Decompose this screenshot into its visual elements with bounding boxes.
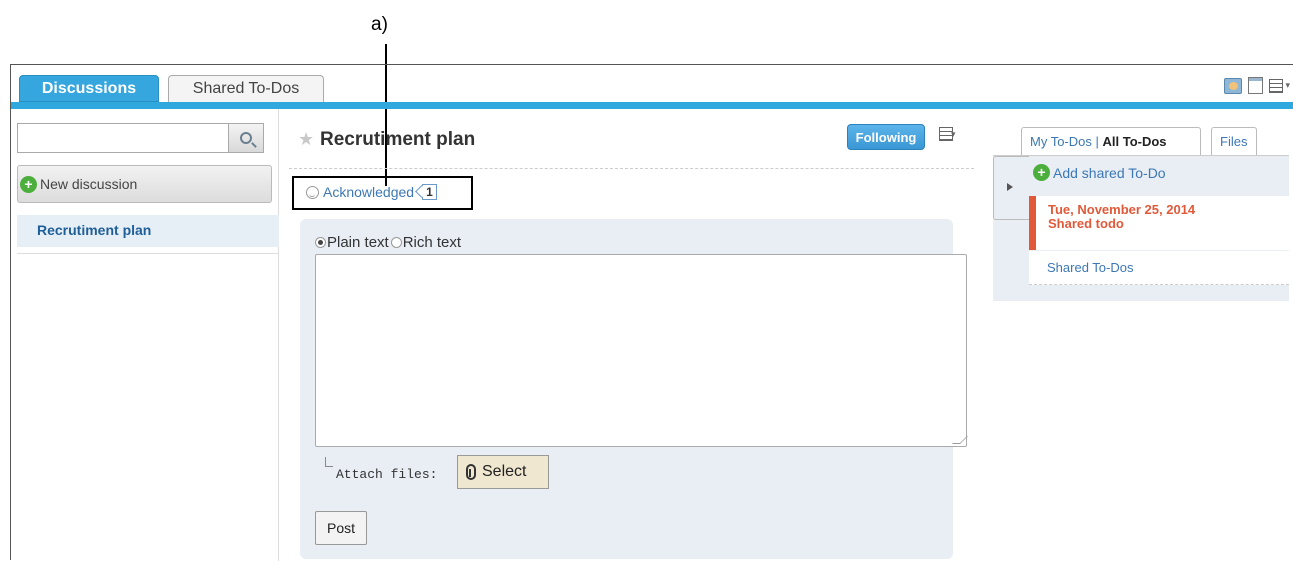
tabbar-accent-strip — [11, 102, 1293, 109]
tab-files[interactable]: Files — [1211, 127, 1257, 155]
page-title: Recrutiment plan — [320, 129, 476, 150]
todo-due-date: Tue, November 25, 2014 — [1048, 202, 1196, 217]
post-form: Plain text Rich text Attach files: Selec… — [300, 219, 968, 559]
tab-discussions[interactable]: Discussions — [19, 75, 159, 102]
todo-item[interactable]: Tue, November 25, 2014 Shared todo — [1029, 196, 1289, 250]
rich-text-label: Rich text — [402, 234, 462, 251]
sidebar: + New discussion Recrutiment plan — [11, 109, 279, 561]
new-discussion-label: New discussion — [40, 176, 138, 192]
app-frame: Discussions Shared To-Dos ▾ + New discus… — [10, 64, 1293, 561]
attach-indent-icon — [325, 457, 333, 467]
chevron-down-icon: ▾ — [951, 128, 956, 139]
options-menu-icon[interactable] — [1269, 78, 1284, 93]
notes-view-icon[interactable] — [1248, 77, 1264, 94]
resize-handle-icon[interactable] — [952, 436, 968, 444]
annotation-highlight-box — [292, 176, 473, 210]
people-view-icon[interactable] — [1224, 77, 1243, 94]
tab-my-todos[interactable]: My To-Dos — [1030, 134, 1092, 149]
post-button[interactable]: Post — [315, 511, 367, 545]
title-divider — [289, 168, 974, 169]
add-shared-todo-button[interactable]: + Add shared To-Do — [1033, 164, 1166, 181]
tab-separator: | — [1091, 134, 1103, 149]
tab-todos: My To-Dos | All To-Dos — [1021, 127, 1201, 155]
search-input[interactable] — [17, 123, 229, 153]
tab-shared-todos[interactable]: Shared To-Dos — [168, 75, 324, 102]
search-button[interactable] — [228, 123, 264, 153]
paperclip-icon — [466, 464, 476, 480]
chevron-down-icon[interactable]: ▾ — [1285, 80, 1290, 91]
post-textarea[interactable] — [315, 254, 968, 447]
triangle-right-icon — [1007, 183, 1013, 191]
select-label: Select — [482, 463, 527, 480]
rich-text-radio[interactable] — [390, 237, 402, 248]
search-icon — [240, 132, 252, 144]
following-button[interactable]: Following — [847, 124, 925, 150]
plus-icon: + — [20, 175, 37, 193]
select-files-button[interactable]: Select — [457, 455, 549, 489]
shared-todos-link[interactable]: Shared To-Dos — [1029, 251, 1289, 285]
format-selector: Plain text Rich text — [315, 234, 461, 251]
annotation-label: a) — [371, 14, 388, 35]
attach-files-label: Attach files: — [336, 467, 438, 482]
tab-all-todos[interactable]: All To-Dos — [1103, 134, 1167, 149]
add-shared-todo-label: Add shared To-Do — [1053, 164, 1166, 181]
todo-title: Shared todo — [1048, 216, 1124, 231]
todo-panel: + Add shared To-Do Tue, November 25, 201… — [993, 155, 1289, 301]
app-tabbar: Discussions Shared To-Dos ▾ — [11, 65, 1293, 109]
new-discussion-button[interactable]: + New discussion — [17, 165, 272, 203]
plain-text-radio[interactable] — [315, 237, 326, 248]
plain-text-label: Plain text — [327, 234, 389, 251]
sidebar-divider — [17, 253, 279, 254]
collapse-panel-toggle[interactable] — [993, 156, 1029, 220]
star-icon[interactable]: ★ — [298, 129, 314, 150]
sidebar-item-recrutiment-plan[interactable]: Recrutiment plan — [17, 215, 279, 247]
todo-sidepanel: My To-Dos | All To-Dos Files + Add share… — [991, 109, 1293, 561]
view-options: ▾ — [1224, 77, 1290, 94]
discussion-options[interactable]: ▾ — [939, 127, 956, 141]
plus-icon: + — [1033, 164, 1050, 181]
